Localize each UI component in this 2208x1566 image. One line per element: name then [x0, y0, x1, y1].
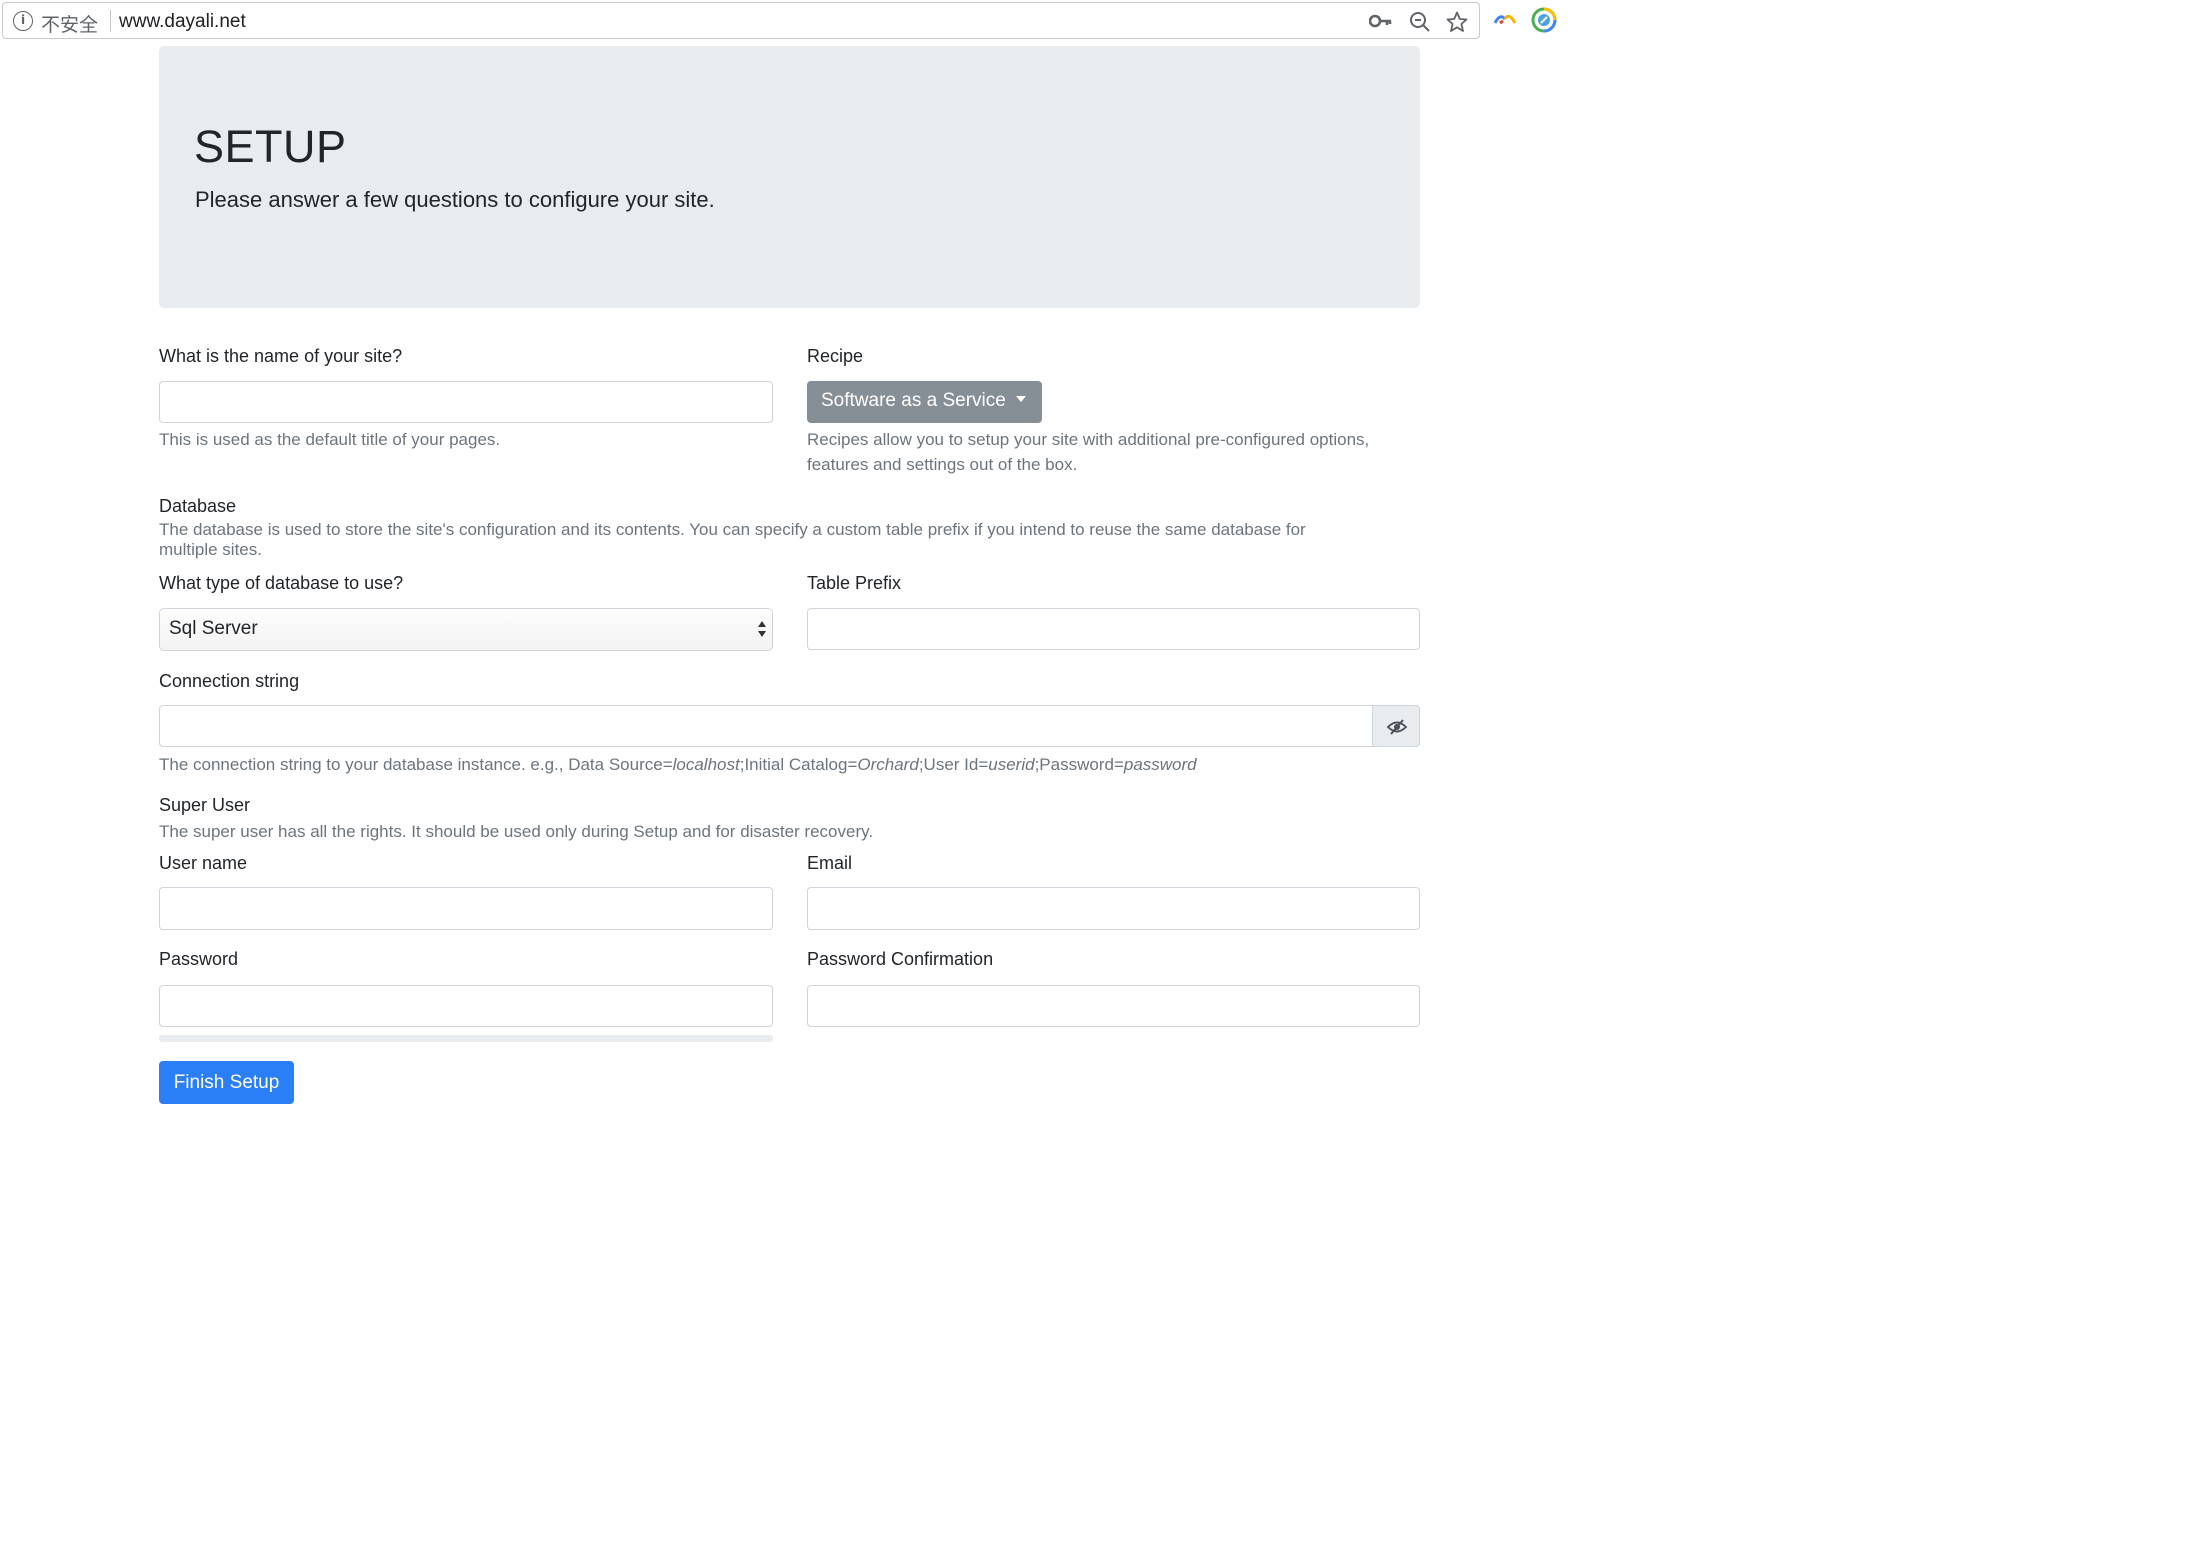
conn-help-password-key: ;Password=: [1034, 755, 1124, 774]
address-divider: [110, 10, 111, 32]
database-type-selected: Sql Server: [169, 618, 258, 639]
super-user-section-title: Super User: [159, 795, 251, 815]
extension-icon[interactable]: [1492, 10, 1518, 28]
toggle-visibility-button[interactable]: [1372, 705, 1420, 747]
password-confirmation-label: Password Confirmation: [807, 949, 994, 969]
page-title: SETUP: [194, 121, 347, 172]
password-input[interactable]: [159, 985, 773, 1027]
password-label: Password: [159, 949, 239, 969]
site-name-label: What is the name of your site?: [159, 346, 403, 366]
table-prefix-label: Table Prefix: [807, 573, 902, 593]
password-confirmation-input[interactable]: [807, 985, 1420, 1027]
conn-help-user: userid: [988, 755, 1035, 774]
username-input[interactable]: [159, 887, 773, 930]
url-text[interactable]: www.dayali.net: [119, 11, 246, 33]
site-name-help: This is used as the default title of you…: [159, 430, 501, 449]
recipe-selected: Software as a Service: [821, 390, 1006, 411]
chrome-extension-icon[interactable]: [1531, 7, 1557, 33]
connection-string-label: Connection string: [159, 671, 300, 691]
recipe-dropdown-button[interactable]: Software as a Service: [807, 381, 1042, 423]
connection-string-input[interactable]: [159, 705, 1374, 747]
conn-help-password: password: [1123, 755, 1197, 774]
database-type-select[interactable]: Sql Server: [159, 608, 773, 651]
email-input[interactable]: [807, 887, 1420, 930]
key-icon[interactable]: [1369, 11, 1393, 31]
recipe-label: Recipe: [807, 346, 864, 366]
site-name-input[interactable]: [159, 381, 773, 423]
password-strength-bar: [159, 1035, 773, 1042]
setup-jumbotron: SETUP Please answer a few questions to c…: [159, 46, 1420, 308]
conn-help-user-key: ;User Id=: [918, 755, 989, 774]
address-bar[interactable]: i 不安全 www.dayali.net: [2, 2, 1480, 39]
zoom-icon[interactable]: [1409, 11, 1431, 33]
eye-slash-icon: [1386, 719, 1408, 735]
security-label[interactable]: 不安全: [41, 10, 98, 37]
recipe-help: Recipes allow you to setup your site wit…: [807, 427, 1369, 477]
username-label: User name: [159, 853, 248, 873]
database-type-label: What type of database to use?: [159, 573, 404, 593]
finish-setup-button[interactable]: Finish Setup: [159, 1061, 294, 1104]
table-prefix-input[interactable]: [807, 608, 1420, 650]
caret-down-icon: [1015, 396, 1026, 403]
conn-help-catalog: Orchard: [857, 755, 919, 774]
super-user-help: The super user has all the rights. It sh…: [159, 822, 874, 841]
select-arrows-icon: [758, 621, 766, 637]
conn-help-intro: The connection string to your database i…: [159, 755, 673, 774]
database-help-line-2: multiple sites.: [159, 540, 262, 559]
conn-help-catalog-key: ;Initial Catalog=: [739, 755, 858, 774]
recipe-help-line-1: Recipes allow you to setup your site wit…: [807, 430, 1370, 449]
database-help: The database is used to store the site's…: [159, 520, 1306, 560]
info-icon[interactable]: i: [13, 11, 33, 31]
email-label: Email: [807, 853, 853, 873]
database-section-title: Database: [159, 496, 237, 516]
recipe-help-line-2: features and settings out of the box.: [807, 455, 1078, 474]
conn-help-source: localhost: [672, 755, 740, 774]
database-help-line-1: The database is used to store the site's…: [159, 520, 1306, 539]
star-icon[interactable]: [1446, 11, 1468, 33]
page-lead: Please answer a few questions to configu…: [195, 187, 715, 212]
connection-string-help: The connection string to your database i…: [159, 752, 1197, 777]
